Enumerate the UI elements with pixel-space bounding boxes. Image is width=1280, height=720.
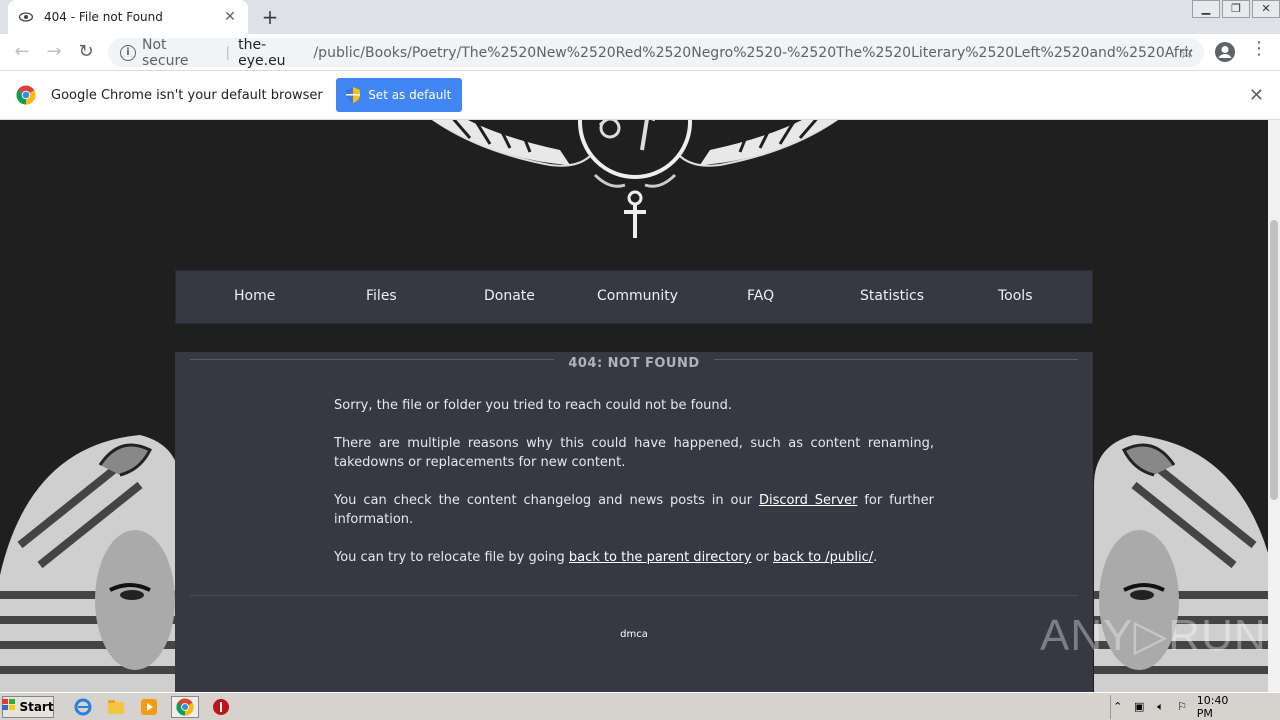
p4-text-mid: or xyxy=(751,550,774,565)
new-tab-button[interactable]: + xyxy=(258,5,282,29)
url-host: the-eye.eu xyxy=(238,36,286,69)
network-icon[interactable]: ▣ xyxy=(1132,700,1145,714)
info-icon[interactable]: i xyxy=(120,44,136,61)
action-center-flag-icon[interactable]: ⚐ xyxy=(1175,700,1188,714)
eye-icon xyxy=(18,9,34,25)
forward-button[interactable]: → xyxy=(38,36,70,68)
not-found-panel: 404: NOT FOUND Sorry, the file or folder… xyxy=(175,352,1093,692)
antivirus-icon[interactable] xyxy=(210,696,232,718)
tray-expand-icon[interactable]: ⌃ xyxy=(1111,700,1124,714)
parent-directory-link[interactable]: back to the parent directory xyxy=(569,550,752,565)
page-scrollbar[interactable] xyxy=(1268,120,1280,692)
minimize-button[interactable]: ▁ xyxy=(1192,0,1220,18)
nav-home[interactable]: Home xyxy=(234,288,275,304)
nav-tools[interactable]: Tools xyxy=(998,288,1033,304)
infobar-message: Google Chrome isn't your default browser xyxy=(51,87,323,103)
error-message: Sorry, the file or folder you tried to r… xyxy=(334,396,934,586)
p3-text-before: You can check the content changelog and … xyxy=(334,493,760,508)
address-bar[interactable]: i Not secure | the-eye.eu /public/Books/… xyxy=(108,36,1204,69)
window-controls: ▁ ❐ ✕ xyxy=(1190,0,1280,18)
start-button[interactable]: Start xyxy=(2,695,54,718)
chrome-taskbar-icon[interactable] xyxy=(171,695,199,718)
set-as-default-button[interactable]: Set as default xyxy=(335,78,462,112)
profile-avatar-icon[interactable] xyxy=(1214,41,1236,63)
error-paragraph-3: You can check the content changelog and … xyxy=(334,491,934,529)
windows-logo-icon xyxy=(2,699,16,714)
default-browser-infobar: Google Chrome isn't your default browser… xyxy=(0,71,1280,120)
error-paragraph-1: Sorry, the file or folder you tried to r… xyxy=(334,398,733,413)
error-paragraph-2: There are multiple reasons why this coul… xyxy=(334,436,934,470)
system-tray: ⌃ ▣ 🔈︎ ⚐ 10:40 PM xyxy=(1110,694,1280,720)
footer-divider xyxy=(190,595,1078,596)
winged-eye-emblem-icon xyxy=(431,120,839,238)
nav-statistics[interactable]: Statistics xyxy=(860,288,924,304)
reload-button[interactable]: ↻ xyxy=(70,36,102,68)
discord-server-link[interactable]: Discord Server xyxy=(759,493,857,508)
chrome-menu-icon[interactable]: ⋮ xyxy=(1250,38,1268,59)
pharaoh-head-left-icon xyxy=(0,435,180,692)
infobar-close-icon[interactable]: ✕ xyxy=(1249,85,1264,106)
start-label: Start xyxy=(19,699,54,714)
back-button[interactable]: ← xyxy=(6,36,38,68)
close-window-button[interactable]: ✕ xyxy=(1252,0,1280,18)
dmca-link[interactable]: dmca xyxy=(175,629,1093,640)
tab-strip: 404 - File not Found ✕ + ▁ ❐ ✕ xyxy=(0,0,1280,34)
bookmark-star-icon[interactable]: ☆ xyxy=(1179,43,1194,63)
p4-text-before: You can try to relocate file by going xyxy=(334,550,569,565)
error-paragraph-4: You can try to relocate file by going ba… xyxy=(334,548,934,567)
chrome-logo-icon xyxy=(16,85,36,105)
nav-community[interactable]: Community xyxy=(597,288,678,304)
nav-faq[interactable]: FAQ xyxy=(747,288,774,304)
windows-taskbar: Start ⌃ ▣ 🔈︎ ⚐ 10:40 PM xyxy=(0,692,1280,720)
security-label[interactable]: Not secure xyxy=(142,37,217,69)
media-player-icon[interactable] xyxy=(138,696,160,718)
volume-icon[interactable]: 🔈︎ xyxy=(1154,700,1167,714)
internet-explorer-icon[interactable] xyxy=(72,696,94,718)
nav-donate[interactable]: Donate xyxy=(484,288,535,304)
file-explorer-icon[interactable] xyxy=(105,696,127,718)
restore-button[interactable]: ❐ xyxy=(1222,0,1250,18)
p4-text-after: . xyxy=(873,550,878,565)
site-nav: Home Files Donate Community FAQ Statisti… xyxy=(175,270,1093,324)
tab-close-icon[interactable]: ✕ xyxy=(222,9,238,25)
tab-title: 404 - File not Found xyxy=(44,10,163,24)
clock[interactable]: 10:40 PM xyxy=(1197,694,1246,720)
url-path: /public/Books/Poetry/The%2520New%2520Red… xyxy=(313,44,1193,61)
page-content: Home Files Donate Community FAQ Statisti… xyxy=(0,120,1268,692)
set-as-default-label: Set as default xyxy=(368,88,452,102)
uac-shield-icon xyxy=(346,87,361,103)
browser-toolbar: ← → ↻ i Not secure | the-eye.eu /public/… xyxy=(0,34,1280,71)
nav-files[interactable]: Files xyxy=(366,288,397,304)
public-directory-link[interactable]: back to /public/ xyxy=(773,550,873,565)
browser-tab[interactable]: 404 - File not Found ✕ xyxy=(8,0,248,34)
page-title: 404: NOT FOUND xyxy=(175,352,1093,371)
address-separator: | xyxy=(225,44,231,61)
scrollbar-thumb[interactable] xyxy=(1270,220,1278,500)
not-found-heading: 404: NOT FOUND xyxy=(554,356,714,371)
anyrun-watermark: ANY▷RUN xyxy=(1040,611,1267,660)
